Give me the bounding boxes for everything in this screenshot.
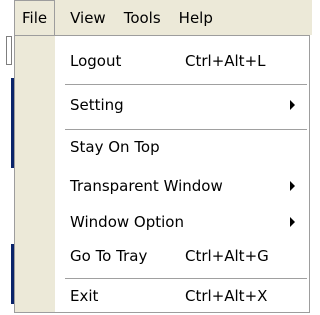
menu-tools[interactable]: Tools <box>115 0 170 35</box>
menu-item-shortcut: Ctrl+Alt+G <box>185 247 269 265</box>
menu-item-window-option[interactable]: Window Option <box>15 205 309 239</box>
menu-separator <box>65 84 307 85</box>
menu-help[interactable]: Help <box>170 0 222 35</box>
menu-item-go-to-tray[interactable]: Go To Tray Ctrl+Alt+G <box>15 239 309 273</box>
menu-help-label: Help <box>178 8 213 27</box>
menu-item-label: Logout <box>70 52 122 70</box>
menu-item-exit[interactable]: Exit Ctrl+Alt+X <box>15 279 309 313</box>
menu-file-label: File <box>22 9 48 27</box>
menu-item-transparent-window[interactable]: Transparent Window <box>15 169 309 203</box>
menu-item-shortcut: Ctrl+Alt+X <box>185 287 268 305</box>
submenu-arrow-icon <box>290 100 295 110</box>
menu-item-label: Exit <box>70 287 99 305</box>
menu-view[interactable]: View <box>61 0 115 35</box>
menu-item-setting[interactable]: Setting <box>15 88 309 122</box>
window-edge-control <box>6 36 12 65</box>
menu-tools-label: Tools <box>123 8 161 27</box>
menu-item-label: Go To Tray <box>70 247 148 265</box>
menu-item-logout[interactable]: Logout Ctrl+Alt+L <box>15 44 309 78</box>
menu-bar: File View Tools Help <box>14 0 312 35</box>
menu-item-label: Transparent Window <box>70 177 223 195</box>
app-window: File View Tools Help Logout Ctrl+Alt+L S… <box>0 0 312 315</box>
menu-item-stay-on-top[interactable]: Stay On Top <box>15 130 309 164</box>
window-left-edge <box>0 0 14 315</box>
menu-item-label: Setting <box>70 96 124 114</box>
menu-view-label: View <box>70 8 106 27</box>
menu-item-label: Stay On Top <box>70 138 160 156</box>
submenu-arrow-icon <box>290 217 295 227</box>
menu-file[interactable]: File <box>14 0 56 35</box>
submenu-arrow-icon <box>290 181 295 191</box>
menu-item-shortcut: Ctrl+Alt+L <box>185 52 266 70</box>
file-menu-dropdown: Logout Ctrl+Alt+L Setting Stay On Top Tr… <box>14 35 310 313</box>
menu-item-label: Window Option <box>70 213 184 231</box>
